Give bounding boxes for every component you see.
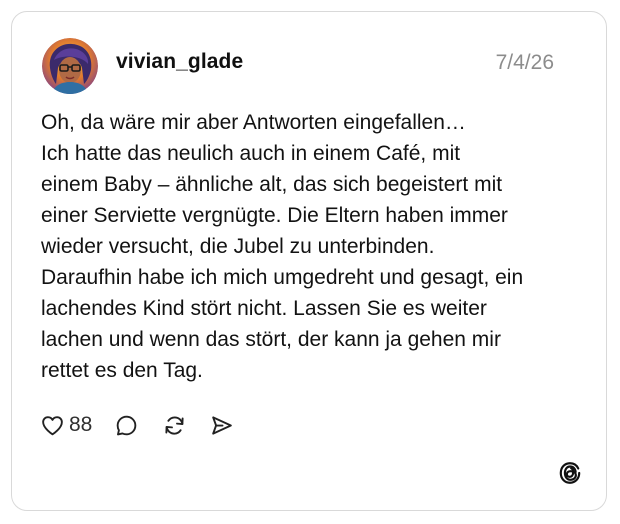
post-card: vivian_glade 7/4/26 Oh, da wäre mir aber… bbox=[11, 11, 607, 511]
username[interactable]: vivian_glade bbox=[116, 50, 243, 74]
post-text-line: Daraufhin habe ich mich umgedreht und ge… bbox=[41, 266, 524, 289]
post-text-line: rettet es den Tag. bbox=[41, 359, 203, 382]
avatar[interactable] bbox=[42, 38, 98, 94]
heart-icon bbox=[42, 415, 63, 435]
post-text-line: lachendes Kind stört nicht. Lassen Sie e… bbox=[41, 297, 487, 320]
repost-button[interactable] bbox=[162, 413, 187, 438]
like-count: 88 bbox=[69, 413, 93, 436]
post-date: 7/4/26 bbox=[495, 51, 554, 74]
action-bar: 88 bbox=[40, 410, 234, 440]
post-text-line: einem Baby – ähnliche alt, das sich bege… bbox=[41, 173, 503, 196]
post-text-line: einer Serviette vergnügte. Die Eltern ha… bbox=[41, 204, 508, 227]
send-icon bbox=[212, 415, 233, 435]
threads-logo-icon bbox=[557, 460, 583, 486]
avatar-image bbox=[42, 38, 98, 94]
post-text-line: wieder versucht, die Jubel zu unterbinde… bbox=[41, 235, 435, 258]
repost-icon bbox=[165, 415, 184, 435]
reply-button[interactable] bbox=[114, 413, 139, 438]
post-text-line: Oh, da wäre mir aber Antworten eingefall… bbox=[41, 111, 466, 134]
comment-icon bbox=[117, 415, 137, 435]
post-text-line: Ich hatte das neulich auch in einem Café… bbox=[41, 142, 461, 165]
post-text-line: lachen und wenn das stört, der kann ja g… bbox=[41, 328, 501, 351]
share-button[interactable] bbox=[209, 413, 234, 438]
post-body: Oh, da wäre mir aber Antworten eingefall… bbox=[41, 107, 581, 386]
like-button[interactable]: 88 bbox=[40, 413, 114, 438]
